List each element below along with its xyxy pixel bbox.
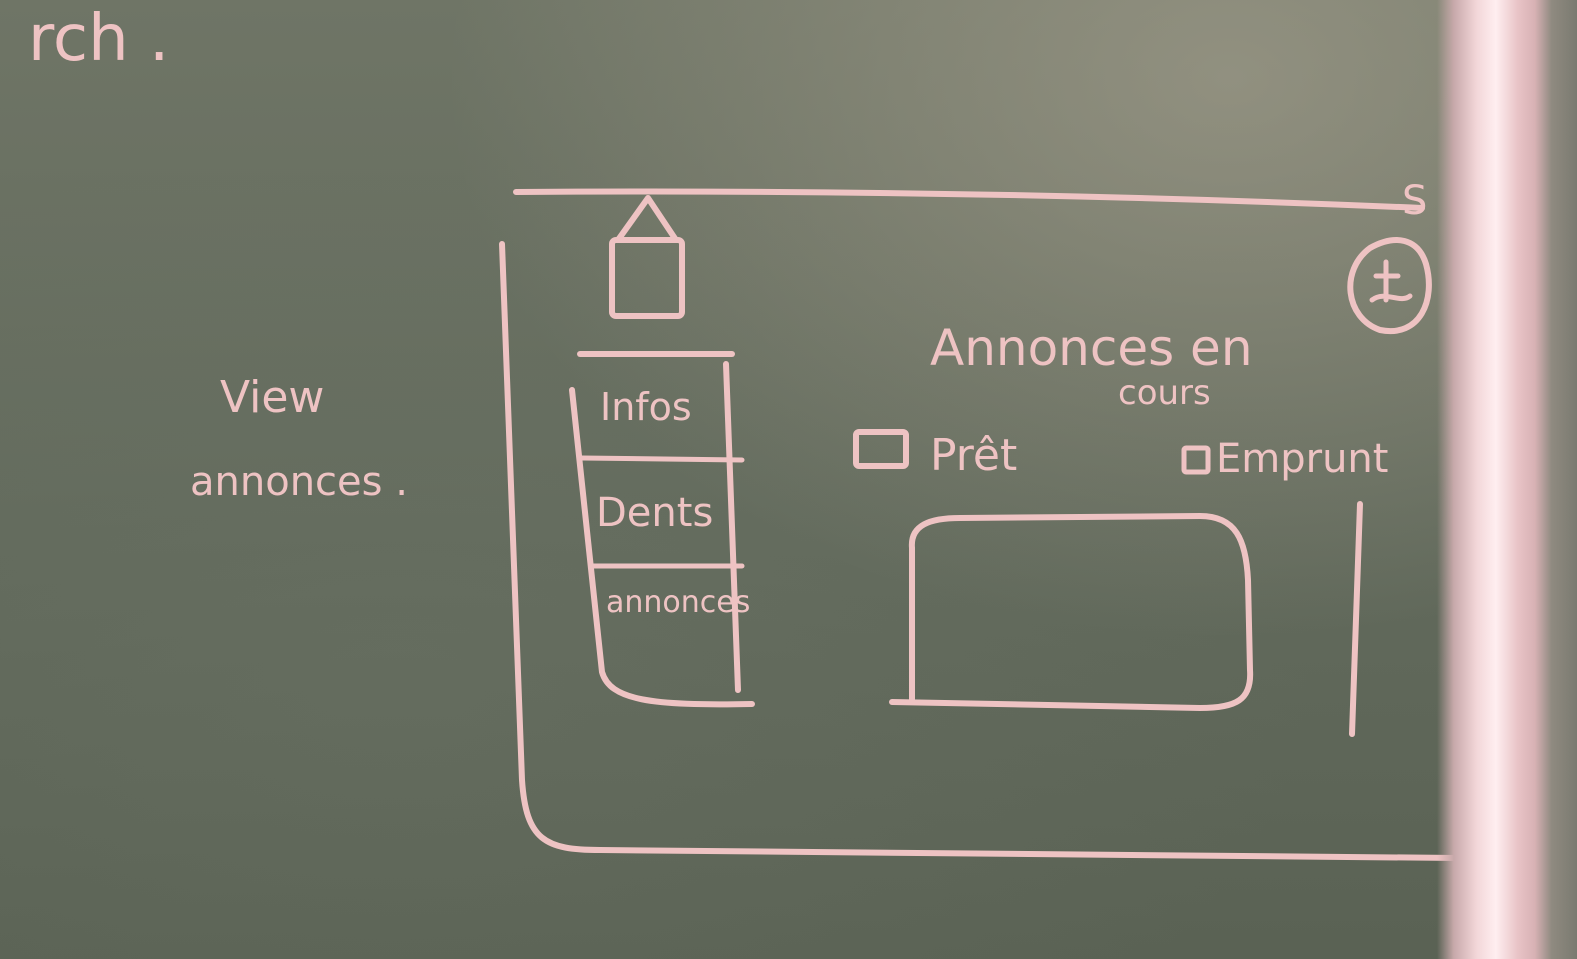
corner-mark: S [1402,178,1427,224]
sidebar-item-label: Dents [596,490,713,536]
sidebar-item-infos[interactable]: Infos [600,385,692,429]
scrollbar[interactable] [1349,501,1363,737]
checkbox-label: Emprunt [1216,436,1388,482]
checkbox-box[interactable] [1181,445,1211,475]
checkbox-pret[interactable]: Prêt [853,429,1017,481]
sidebar-item-label: annonces [606,585,750,620]
view-label-line1: View [220,372,324,423]
main-title-line2: cours [1118,373,1211,413]
top-left-text: rch . [28,2,169,76]
sidebar-item-annonces[interactable]: annonces [606,585,750,620]
checkbox-label: Prêt [930,430,1017,481]
main-title-line1: Annonces en [930,319,1253,377]
chalkboard: rch . View annonces . S Infos Dents anno… [0,0,1577,959]
house-icon[interactable] [609,195,685,319]
user-avatar-icon[interactable] [1347,237,1432,335]
wireframe-sketch: rch . View annonces . S Infos Dents anno… [28,2,1461,861]
checkbox-emprunt[interactable]: Emprunt [1181,436,1388,482]
checkbox-box[interactable] [853,429,909,469]
annonce-card[interactable] [889,513,1254,711]
sidebar-item-label: Infos [600,385,692,429]
sidebar-item-dents[interactable]: Dents [596,490,713,536]
board-frame [1437,0,1577,959]
view-label-line2: annonces . [190,459,408,505]
